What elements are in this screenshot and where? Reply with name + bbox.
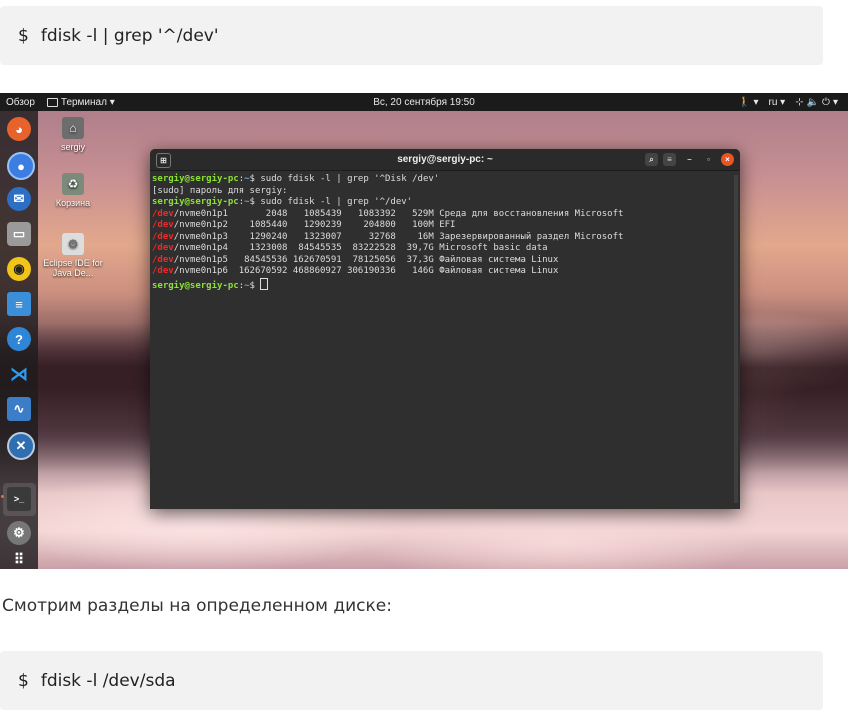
terminal-line: /dev/nvme0n1p5 84545536 162670591 781250…: [152, 255, 738, 267]
rhythmbox-icon[interactable]: ◉: [7, 257, 31, 281]
search-icon[interactable]: ⌕: [645, 153, 658, 166]
terminal-line: /dev/nvme0n1p6 162670592 468860927 30619…: [152, 266, 738, 278]
code-command: fdisk -l | grep '^/dev': [40, 25, 219, 46]
terminal-line: /dev/nvme0n1p3 1290240 1323007 32768 16M…: [152, 232, 738, 244]
activities-button[interactable]: Обзор: [6, 97, 35, 108]
settings-icon[interactable]: ⚙: [7, 521, 31, 545]
desktop-icon-eclipse[interactable]: ⚙ Eclipse IDE for Java De...: [38, 233, 108, 278]
accessibility-arrow: ▾: [753, 96, 759, 108]
terminal-scrollbar[interactable]: [734, 175, 738, 503]
vscode-icon[interactable]: ⋊: [7, 362, 31, 386]
terminal-line: /dev/nvme0n1p2 1085440 1290239 204800 10…: [152, 220, 738, 232]
app-menu-label: Терминал ▾: [60, 96, 115, 108]
desktop-icon-label: Eclipse IDE for Java De...: [43, 258, 103, 278]
system-menu[interactable]: ⊹ 🔈 ⏻ ▾: [795, 97, 838, 108]
accessibility-icon: 🚶: [738, 96, 751, 108]
output-text: [sudo] пароль для sergiy:: [152, 185, 288, 196]
partition-info: /nvme0n1p2 1085440 1290239 204800 100M E…: [173, 220, 456, 230]
grep-match: /dev: [152, 254, 174, 265]
network-icon: ⊹: [795, 96, 804, 108]
terminal-line: /dev/nvme0n1p1 2048 1085439 1083392 529M…: [152, 209, 738, 221]
terminal-window[interactable]: ⊞ sergiy@sergiy-pc: ~ ⌕ ≡ – ▫ × sergiy@s…: [150, 149, 740, 509]
prompt-user: sergiy@sergiy-pc: [152, 280, 239, 291]
menu-icon[interactable]: ≡: [663, 153, 676, 166]
clock[interactable]: Вс, 20 сентября 19:50: [373, 97, 475, 108]
code-prompt: $: [18, 670, 29, 691]
trash-icon: ♻: [62, 173, 84, 195]
running-indicator: [1, 495, 4, 498]
app-menu[interactable]: Терминал ▾: [46, 96, 115, 108]
grep-match: /dev: [152, 243, 174, 253]
gear-icon: ⚙: [62, 233, 84, 255]
command-text: sudo fdisk -l | grep '^Disk /dev': [254, 174, 440, 184]
partition-info: /nvme0n1p6 162670592 468860927 306190336…: [173, 266, 559, 276]
code-prompt: $: [18, 25, 29, 46]
desktop-screenshot: Обзор Терминал ▾ Вс, 20 сентября 19:50 🚶…: [0, 93, 848, 569]
accessibility-menu[interactable]: 🚶 ▾: [738, 97, 758, 108]
desktop-icon-home[interactable]: ⌂ sergiy: [38, 117, 108, 152]
help-icon[interactable]: ?: [7, 327, 31, 351]
code-block-1: $ fdisk -l | grep '^/dev': [0, 6, 823, 65]
terminal-titlebar[interactable]: ⊞ sergiy@sergiy-pc: ~ ⌕ ≡ – ▫ ×: [150, 149, 740, 171]
terminal-line: sergiy@sergiy-pc:~$ sudo fdisk -l | grep…: [152, 197, 738, 209]
system-arrow: ▾: [832, 96, 838, 108]
xorg-icon[interactable]: ✕: [7, 432, 35, 460]
grep-match: /dev: [152, 220, 174, 230]
power-icon: ⏻: [822, 96, 830, 108]
grep-match: /dev: [152, 266, 174, 276]
top-bar: Обзор Терминал ▾ Вс, 20 сентября 19:50 🚶…: [0, 93, 848, 111]
grep-match: /dev: [152, 231, 174, 242]
volume-icon: 🔈: [806, 96, 820, 108]
code-command: fdisk -l /dev/sda: [40, 670, 176, 691]
terminal-line: /dev/nvme0n1p4 1323008 84545535 83222528…: [152, 243, 738, 255]
terminal-line: sergiy@sergiy-pc:~$: [152, 277, 738, 293]
prompt-user: sergiy@sergiy-pc: [152, 197, 239, 207]
home-folder-icon: ⌂: [62, 117, 84, 139]
partition-info: /nvme0n1p1 2048 1085439 1083392 529M Сре…: [173, 208, 624, 219]
text-cursor: [260, 277, 269, 290]
files-icon[interactable]: ▭: [7, 222, 31, 246]
minimize-icon[interactable]: –: [683, 153, 696, 166]
section-paragraph: Смотрим разделы на определенном диске:: [2, 596, 392, 616]
maximize-icon[interactable]: ▫: [702, 153, 715, 166]
terminal-title: sergiy@sergiy-pc: ~: [397, 154, 493, 165]
command-text: sudo fdisk -l | grep '^/dev': [254, 197, 413, 207]
desktop-icon-trash[interactable]: ♻ Корзина: [38, 173, 108, 208]
partition-info: /nvme0n1p4 1323008 84545535 83222528 39,…: [173, 243, 548, 253]
apps-grid-icon[interactable]: ⠿: [7, 547, 31, 569]
desktop-icon-label: sergiy: [60, 142, 85, 152]
system-monitor-icon[interactable]: ∿: [7, 397, 31, 421]
firefox-icon[interactable]: ◕: [7, 117, 31, 141]
terminal-line: [sudo] пароль для sergiy:: [152, 186, 738, 198]
dock: ◕ ● ✉ ▭ ◉ ≡ ? ⋊ ∿ ✕ >_ ⚙ ⠿: [0, 111, 38, 569]
partition-info: /nvme0n1p5 84545536 162670591 78125056 3…: [173, 254, 559, 265]
keyboard-layout[interactable]: ru ▾: [769, 97, 786, 108]
close-icon[interactable]: ×: [721, 153, 734, 166]
desktop-icon-label: Корзина: [55, 198, 91, 208]
writer-icon[interactable]: ≡: [7, 292, 31, 316]
terminal-icon[interactable]: >_: [7, 487, 31, 511]
new-tab-icon[interactable]: ⊞: [156, 153, 171, 168]
code-block-2: $ fdisk -l /dev/sda: [0, 651, 823, 710]
grep-match: /dev: [152, 208, 174, 219]
chromium-icon[interactable]: ●: [7, 152, 35, 180]
thunderbird-icon[interactable]: ✉: [7, 187, 31, 211]
terminal-line: sergiy@sergiy-pc:~$ sudo fdisk -l | grep…: [152, 174, 738, 186]
partition-info: /nvme0n1p3 1290240 1323007 32768 16M Зар…: [173, 231, 624, 242]
terminal-output[interactable]: sergiy@sergiy-pc:~$ sudo fdisk -l | grep…: [150, 171, 740, 295]
prompt-user: sergiy@sergiy-pc: [152, 174, 239, 184]
terminal-mini-icon: [46, 97, 58, 107]
